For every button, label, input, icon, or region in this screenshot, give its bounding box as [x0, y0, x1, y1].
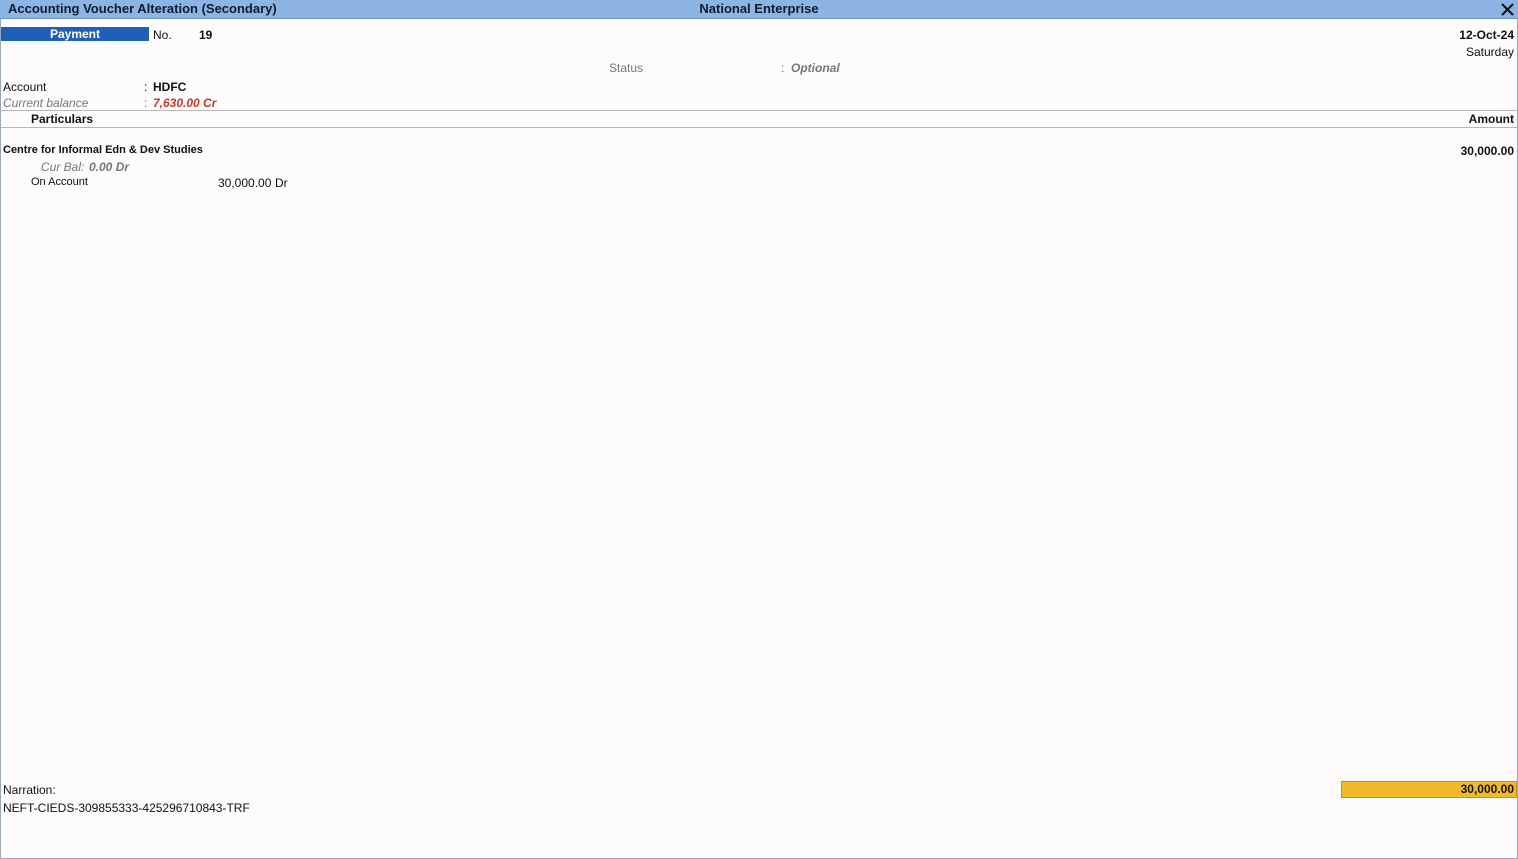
table-header-top-border: [1, 110, 1517, 111]
account-label: Account: [3, 80, 47, 94]
voucher-no-label: No.: [153, 28, 172, 42]
voucher-day: Saturday: [1465, 45, 1514, 59]
current-balance-separator: :: [144, 96, 148, 110]
column-header-amount: Amount: [1468, 112, 1514, 126]
voucher-frame: [0, 19, 1518, 859]
narration-label: Narration:: [3, 783, 56, 797]
voucher-date[interactable]: 12-Oct-24: [1459, 28, 1514, 42]
total-amount: 30,000.00: [1341, 781, 1517, 798]
ledger-name[interactable]: Centre for Informal Edn & Dev Studies: [3, 144, 203, 156]
bill-dr-cr[interactable]: Dr: [275, 176, 288, 190]
account-separator: :: [144, 80, 148, 94]
account-value[interactable]: HDFC: [153, 80, 186, 94]
title-bar: Accounting Voucher Alteration (Secondary…: [0, 0, 1518, 19]
current-balance-label: Current balance: [3, 96, 89, 110]
voucher-type-badge[interactable]: Payment: [1, 27, 149, 41]
table-header-bottom-border: [1, 127, 1517, 128]
ledger-amount[interactable]: 30,000.00: [1461, 144, 1514, 158]
ledger-cur-bal-label: Cur Bal:: [41, 160, 85, 174]
voucher-no-value[interactable]: 19: [199, 28, 212, 42]
bill-amount[interactable]: 30,000.00: [218, 176, 271, 190]
status-label: Status: [609, 61, 644, 75]
narration-input[interactable]: NEFT-CIEDS-309855333-425296710843-TRF: [3, 801, 250, 815]
close-button[interactable]: [1498, 0, 1516, 19]
status-value[interactable]: Optional: [791, 61, 840, 75]
ledger-cur-bal-value: 0.00 Dr: [89, 160, 130, 174]
bill-type[interactable]: On Account: [31, 176, 88, 188]
company-name: National Enterprise: [699, 1, 819, 16]
current-balance-value: 7,630.00 Cr: [153, 96, 217, 110]
status-separator: :: [781, 61, 785, 75]
column-header-particulars: Particulars: [31, 112, 94, 126]
close-icon: [1501, 3, 1514, 16]
